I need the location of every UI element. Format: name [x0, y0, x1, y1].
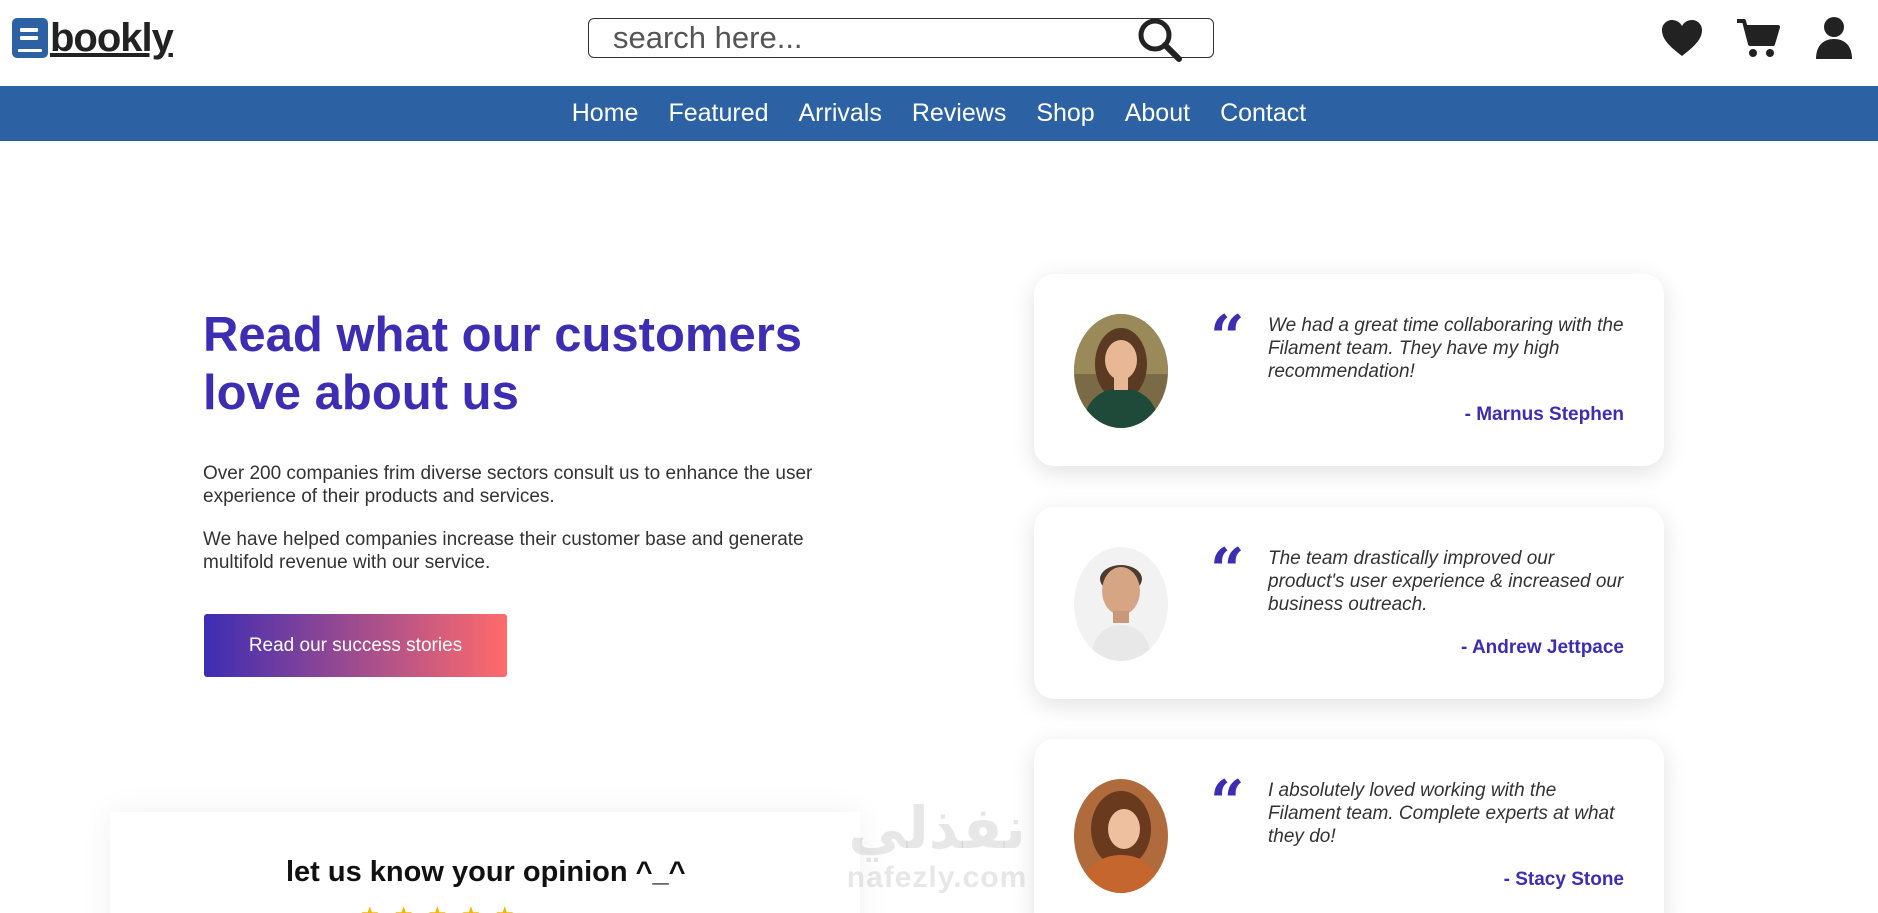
nav-item-contact[interactable]: Contact [1220, 99, 1306, 128]
testimonial-quote: I absolutely loved working with the Fila… [1268, 780, 1615, 847]
logo[interactable]: bookly [12, 16, 174, 60]
nav-item-featured[interactable]: Featured [668, 99, 768, 128]
opinion-title: let us know your opinion ^_^ [286, 856, 686, 888]
success-stories-button[interactable]: Read our success stories [204, 614, 507, 677]
hero-paragraph-2: We have helped companies increase their … [203, 529, 804, 573]
quote-icon: “ [1210, 768, 1245, 838]
search-bar [588, 18, 1214, 62]
testimonial-card: “ The team drastically improved our prod… [1034, 507, 1664, 699]
avatar [1074, 314, 1168, 428]
nav-item-home[interactable]: Home [572, 99, 639, 128]
avatar [1074, 779, 1168, 893]
testimonial-author: - Andrew Jettpace [1461, 637, 1624, 658]
testimonial-quote: We had a great time collaboraring with t… [1268, 315, 1624, 382]
cart-icon[interactable] [1736, 16, 1780, 60]
search-icon[interactable] [1135, 15, 1183, 63]
rating-stars[interactable]: ★★★★★ [360, 902, 529, 913]
user-icon[interactable] [1812, 16, 1856, 60]
nav-item-arrivals[interactable]: Arrivals [799, 99, 882, 128]
hero-paragraph-1: Over 200 companies frim diverse sectors … [203, 463, 813, 507]
site-header: bookly [0, 0, 1878, 86]
heart-icon[interactable] [1660, 16, 1704, 60]
nav-item-reviews[interactable]: Reviews [912, 99, 1006, 128]
testimonial-card: “ I absolutely loved working with the Fi… [1034, 739, 1664, 913]
testimonial-quote: The team drastically improved our produc… [1268, 548, 1624, 615]
watermark: نفذلي nafezly.com [832, 795, 1042, 913]
testimonial-author: - Marnus Stephen [1464, 404, 1624, 425]
testimonial-card: “ We had a great time collaboraring with… [1034, 274, 1664, 466]
logo-text: bookly [50, 16, 174, 60]
search-input[interactable] [589, 20, 1129, 56]
hero-title: Read what our customers love about us [203, 308, 803, 420]
nav-item-shop[interactable]: Shop [1036, 99, 1094, 128]
testimonial-author: - Stacy Stone [1503, 869, 1624, 890]
avatar [1074, 547, 1168, 661]
watermark-latin: nafezly.com [846, 861, 1028, 894]
watermark-arabic: نفذلي [848, 794, 1026, 862]
quote-icon: “ [1210, 303, 1245, 373]
nav-item-about[interactable]: About [1125, 99, 1190, 128]
book-icon [12, 18, 48, 58]
quote-icon: “ [1210, 536, 1245, 606]
main-nav: Home Featured Arrivals Reviews Shop Abou… [0, 86, 1878, 141]
